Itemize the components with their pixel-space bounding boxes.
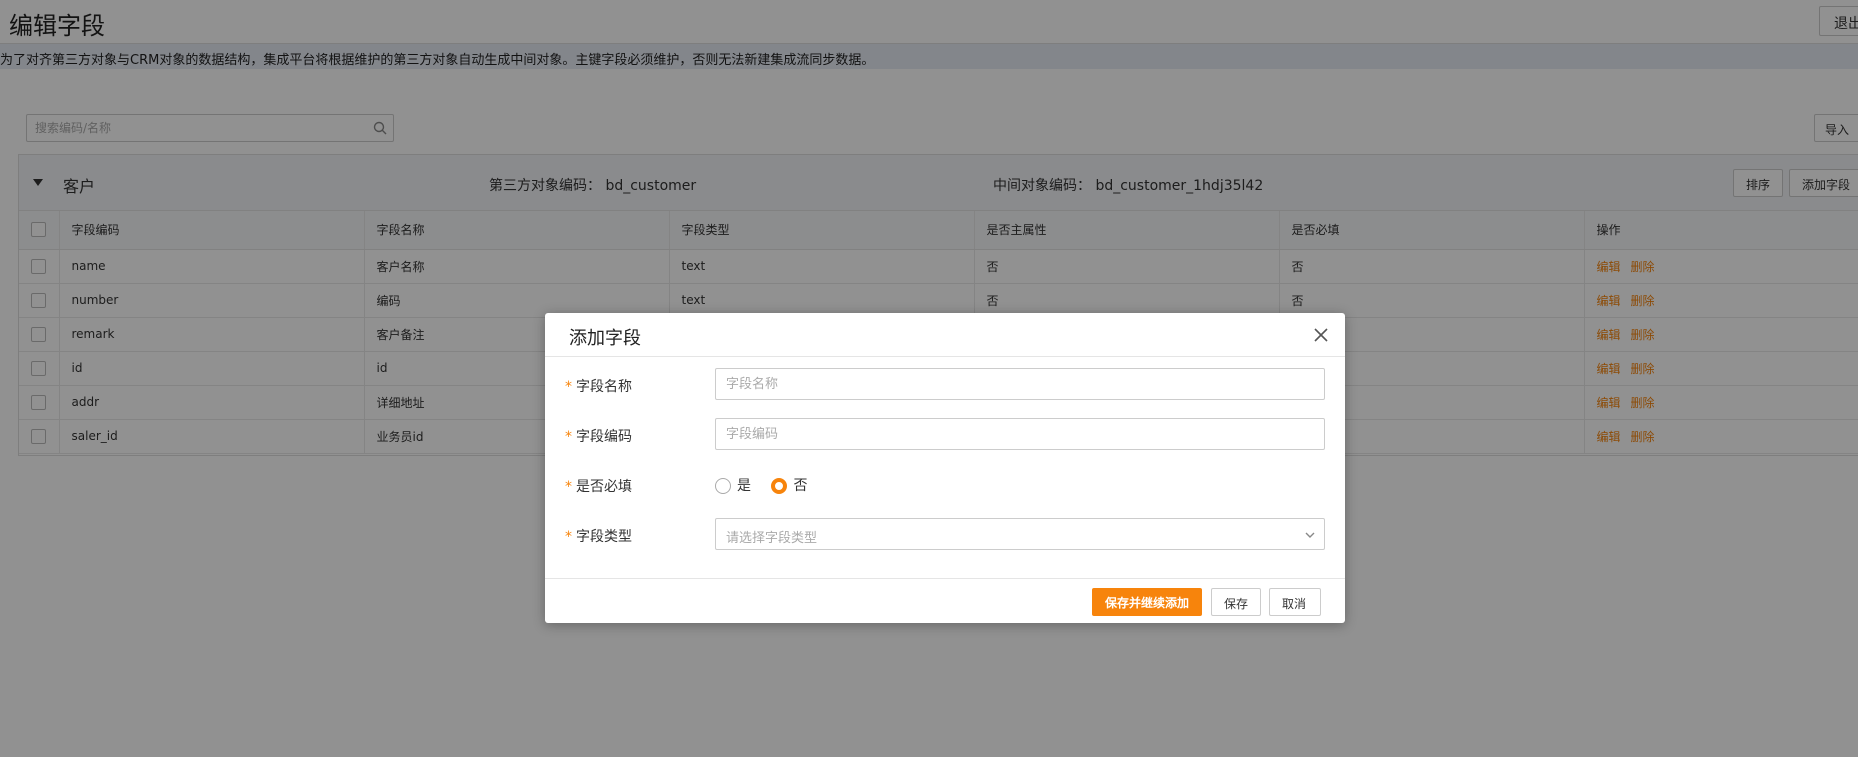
radio-no-circle[interactable] xyxy=(771,478,788,494)
required-label: * 是否必填 xyxy=(565,476,632,496)
field-code-input[interactable] xyxy=(715,418,1325,450)
add-field-modal: 添加字段 *字段名称 *字段编码 *是否必填 是 否 *字段类型 请选择字段类型 xyxy=(545,313,1345,623)
required-mark: * xyxy=(565,479,572,495)
required-label-text: 是否必填 xyxy=(576,479,632,495)
field-name-label: * 字段名称 xyxy=(565,376,632,396)
save-button[interactable]: 保存 xyxy=(1211,588,1261,616)
field-type-row: * 字段类型 请选择字段类型 xyxy=(545,518,1345,552)
field-type-label-text: 字段类型 xyxy=(576,529,632,545)
required-mark: * xyxy=(565,429,572,445)
radio-no-label: 否 xyxy=(793,478,808,494)
page: 编辑字段 退出 为了对齐第三方对象与CRM对象的数据结构，集成平台将根据维护的第… xyxy=(0,0,1858,757)
field-code-row: * 字段编码 xyxy=(545,418,1345,452)
required-row: * 是否必填 是 否 xyxy=(545,468,1345,502)
modal-title: 添加字段 xyxy=(569,328,641,349)
save-and-continue-button[interactable]: 保存并继续添加 xyxy=(1092,588,1202,616)
field-type-label: * 字段类型 xyxy=(565,526,632,546)
field-code-label-text: 字段编码 xyxy=(576,429,632,445)
close-icon[interactable] xyxy=(1313,327,1329,343)
radio-no[interactable]: 否 xyxy=(771,475,807,495)
required-radio-group: 是 否 xyxy=(715,475,823,495)
required-mark: * xyxy=(565,529,572,545)
modal-footer: 保存并继续添加 保存 取消 xyxy=(545,578,1345,623)
field-name-input[interactable] xyxy=(715,368,1325,400)
radio-yes[interactable]: 是 xyxy=(715,475,751,495)
field-name-row: * 字段名称 xyxy=(545,368,1345,402)
field-name-label-text: 字段名称 xyxy=(576,379,632,395)
chevron-down-icon xyxy=(1305,532,1315,538)
cancel-button[interactable]: 取消 xyxy=(1269,588,1321,616)
radio-yes-label: 是 xyxy=(737,478,751,494)
field-type-placeholder: 请选择字段类型 xyxy=(726,531,818,546)
modal-header: 添加字段 xyxy=(545,313,1345,357)
field-code-label: * 字段编码 xyxy=(565,426,632,446)
required-mark: * xyxy=(565,379,572,395)
field-type-select[interactable]: 请选择字段类型 xyxy=(715,518,1325,550)
radio-yes-circle[interactable] xyxy=(715,478,731,494)
